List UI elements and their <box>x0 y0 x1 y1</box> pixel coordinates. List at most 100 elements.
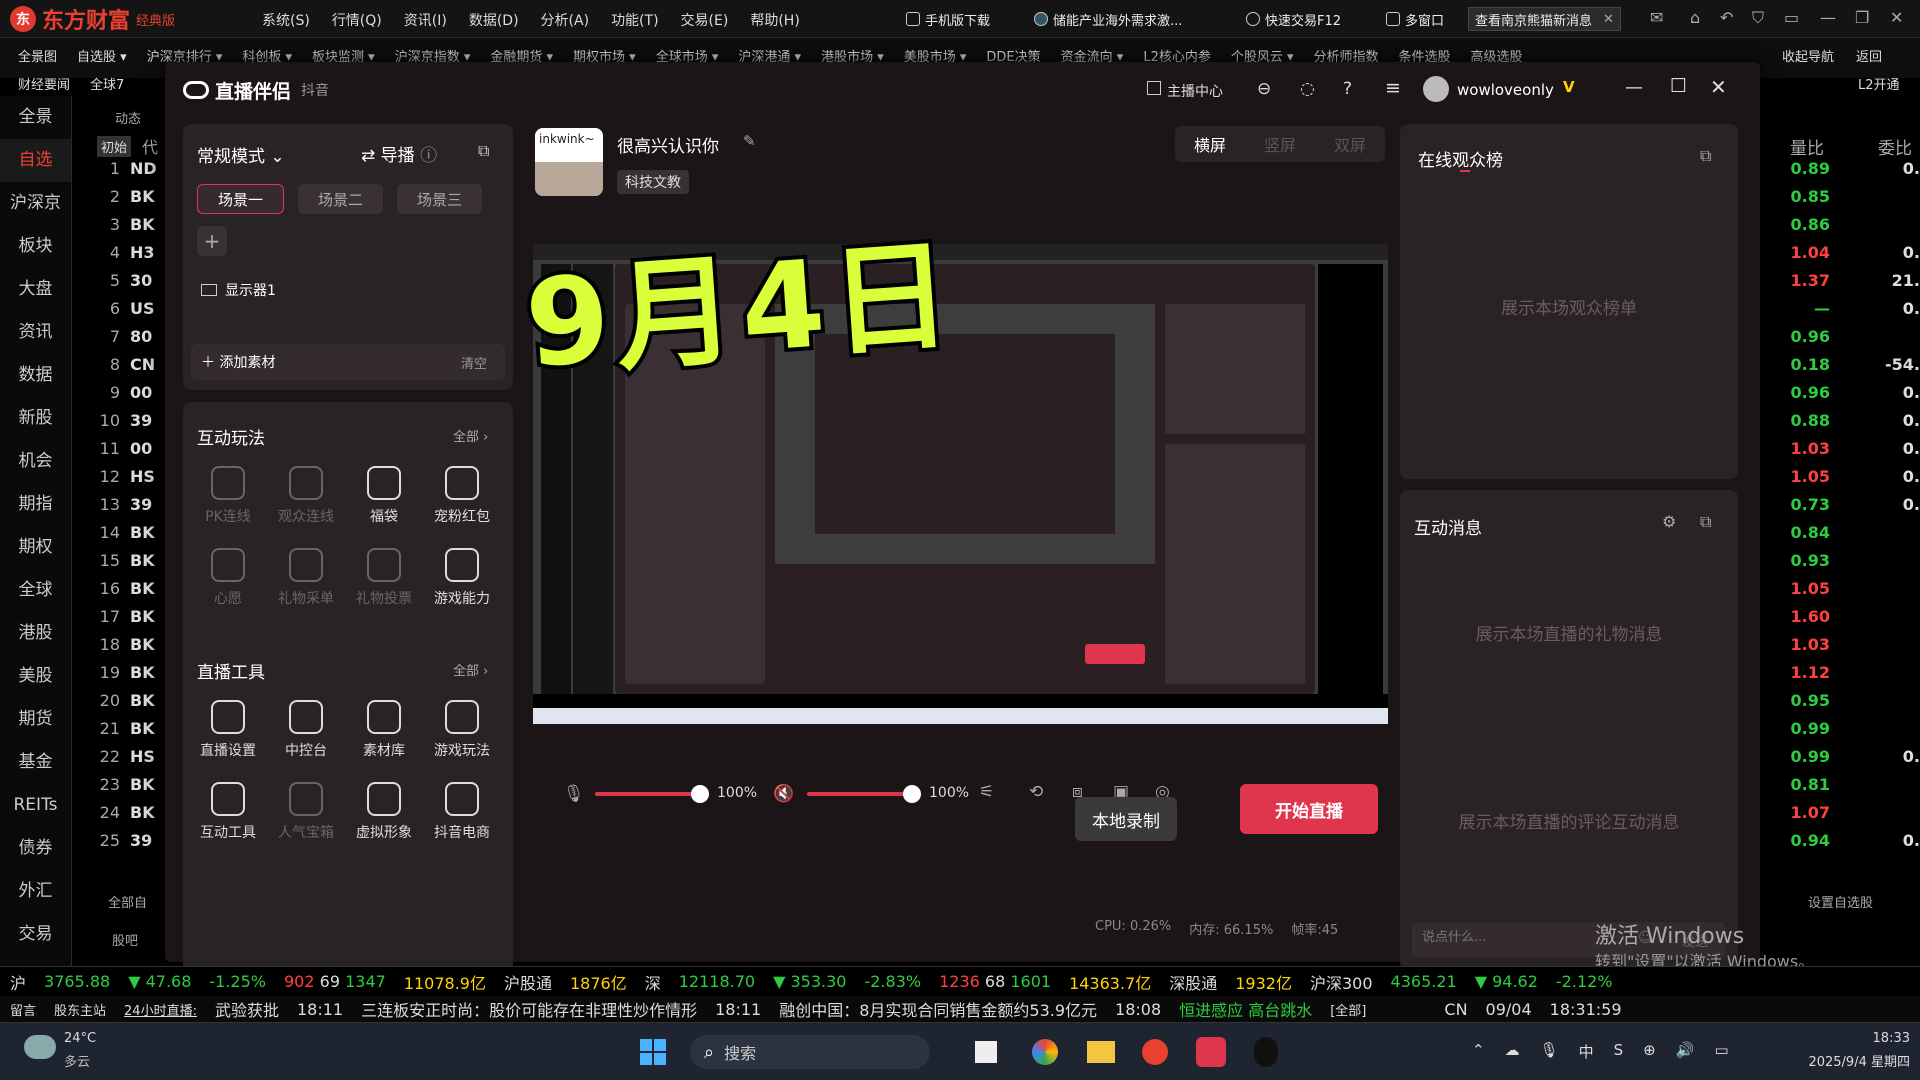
tools-all-link[interactable]: 全部 › <box>453 660 488 679</box>
stock-row[interactable]: 24 BK <box>90 799 160 827</box>
side-item-opportunity[interactable]: 机会 <box>0 440 71 483</box>
tools_items-button[interactable]: 直播设置 <box>193 700 263 760</box>
restore-icon[interactable]: ❐ <box>1855 8 1869 27</box>
sh-index[interactable]: 3765.88 <box>44 972 110 991</box>
tools_items-button[interactable]: 互动工具 <box>193 782 263 842</box>
side-item-hs[interactable]: 沪深京 <box>0 182 71 225</box>
stock-row[interactable]: 8 CN <box>90 351 160 379</box>
start-live-button[interactable]: 开始直播 <box>1240 784 1378 834</box>
menu-analysis[interactable]: 分析(A) <box>541 10 590 30</box>
quick-trade-button[interactable]: 快速交易F12 <box>1240 7 1347 31</box>
quote-row[interactable]: 0.96 <box>1750 323 1920 351</box>
speaker-mute-icon[interactable]: 🔇 <box>773 784 794 804</box>
stock-row[interactable]: 6 US <box>90 295 160 323</box>
scene-3-tab[interactable]: 场景三 <box>397 184 483 214</box>
quote-row[interactable]: 0.85 <box>1750 183 1920 211</box>
guide-button[interactable]: ⇄ 导播 ⓘ <box>361 141 437 166</box>
tab-initial[interactable]: 初始 <box>97 136 132 157</box>
eastmoney-taskbar-icon[interactable] <box>1142 1039 1168 1065</box>
close-icon[interactable]: ✕ <box>1603 12 1614 27</box>
tools_items-button[interactable]: 游戏玩法 <box>427 700 497 760</box>
quote-row[interactable]: 0.99 0. <box>1750 743 1920 771</box>
tab-dynamic[interactable]: 动态 <box>115 108 141 127</box>
forum-link[interactable]: 股东主站 <box>54 1000 106 1019</box>
side-item-fx[interactable]: 外汇 <box>0 870 71 913</box>
weather-icon[interactable] <box>24 1035 56 1059</box>
side-item-bonds[interactable]: 债券 <box>0 827 71 870</box>
news-item-1[interactable]: 武验获批 <box>215 997 279 1021</box>
stock-row[interactable]: 5 30 <box>90 267 160 295</box>
live-maximize-icon[interactable]: ☐ <box>1670 75 1687 97</box>
settings-icon[interactable]: ⚙ <box>1662 512 1676 531</box>
side-item-index-futures[interactable]: 期指 <box>0 483 71 526</box>
side-item-ipo[interactable]: 新股 <box>0 397 71 440</box>
start-button-icon[interactable] <box>640 1039 666 1065</box>
side-item-hk[interactable]: 港股 <box>0 612 71 655</box>
scene-1-tab[interactable]: 场景一 <box>197 184 285 214</box>
interact_items-button[interactable]: 心愿 <box>193 548 263 608</box>
tools_items-button[interactable]: 抖音电商 <box>427 782 497 842</box>
interact-all-link[interactable]: 全部 › <box>453 426 488 445</box>
live-companion-taskbar-icon[interactable] <box>1196 1037 1226 1067</box>
stock-row[interactable]: 21 BK <box>90 715 160 743</box>
stock-row[interactable]: 16 BK <box>90 575 160 603</box>
tools_items-button[interactable]: 素材库 <box>349 700 419 760</box>
stock-row[interactable]: 19 BK <box>90 659 160 687</box>
scene-2-tab[interactable]: 场景二 <box>298 184 384 214</box>
side-item-funds[interactable]: 基金 <box>0 741 71 784</box>
mic-slider[interactable] <box>595 785 709 803</box>
add-scene-button[interactable]: + <box>197 226 227 256</box>
collapse-nav-button[interactable]: 收起导航 <box>1782 46 1834 65</box>
mic-slider-knob[interactable] <box>691 785 709 803</box>
hgt-label[interactable]: 沪股通 <box>504 970 552 994</box>
quote-row[interactable]: 0.99 <box>1750 715 1920 743</box>
interact_items-button[interactable]: 福袋 <box>349 466 419 526</box>
quote-row[interactable]: 1.03 0. <box>1750 435 1920 463</box>
qq-icon[interactable] <box>1254 1037 1278 1067</box>
stock-row[interactable]: 23 BK <box>90 771 160 799</box>
display-source[interactable]: 显示器1 <box>201 280 276 300</box>
comment-input[interactable] <box>1422 930 1622 945</box>
quote-row[interactable]: 1.37 21. <box>1750 267 1920 295</box>
quote-row[interactable]: 0.86 <box>1750 211 1920 239</box>
stock-row[interactable]: 7 80 <box>90 323 160 351</box>
chat-icon[interactable]: ◌ <box>1300 79 1315 99</box>
nav-watchlist[interactable]: 自选股 ▾ <box>77 46 127 65</box>
live-news-label[interactable]: 24小时直播: <box>124 1000 197 1019</box>
mic-icon[interactable]: 🎙 <box>563 784 585 804</box>
menu-quotes[interactable]: 行情(Q) <box>332 10 382 30</box>
interact_items-button[interactable]: 礼物投票 <box>349 548 419 608</box>
interact_items-button[interactable]: 游戏能力 <box>427 548 497 608</box>
quote-row[interactable]: 0.81 <box>1750 771 1920 799</box>
stock-row[interactable]: 10 39 <box>90 407 160 435</box>
quote-row[interactable]: 0.96 0. <box>1750 379 1920 407</box>
host-center-button[interactable]: 主播中心 <box>1147 81 1223 101</box>
notification-tab[interactable]: 查看南京熊猫新消息 ✕ <box>1468 7 1621 31</box>
mail-icon[interactable]: ✉ <box>1650 8 1663 27</box>
quote-row[interactable]: 0.84 <box>1750 519 1920 547</box>
tools_items-button[interactable]: 中控台 <box>271 700 341 760</box>
side-item-reits[interactable]: REITs <box>0 784 71 827</box>
quote-row[interactable]: 1.05 <box>1750 575 1920 603</box>
landscape-tab[interactable]: 横屏 <box>1194 132 1226 156</box>
side-item-us[interactable]: 美股 <box>0 655 71 698</box>
clear-button[interactable]: 清空 <box>461 353 487 372</box>
quote-row[interactable]: 1.12 <box>1750 659 1920 687</box>
menu-icon[interactable]: ≡ <box>1385 77 1401 99</box>
home-icon[interactable]: ⌂ <box>1690 8 1700 27</box>
stock-row[interactable]: 20 BK <box>90 687 160 715</box>
live-close-icon[interactable]: ✕ <box>1710 75 1727 99</box>
quote-row[interactable]: — 0. <box>1750 295 1920 323</box>
sz-index[interactable]: 12118.70 <box>679 972 755 991</box>
stock-row[interactable]: 15 BK <box>90 547 160 575</box>
all-news-link[interactable]: [全部] <box>1330 1000 1366 1019</box>
network-icon[interactable]: ⊕ <box>1643 1041 1656 1062</box>
l2-open-link[interactable]: L2开通 <box>1858 74 1900 93</box>
stock-row[interactable]: 25 39 <box>90 827 160 855</box>
close-app-icon[interactable]: ✕ <box>1890 8 1903 27</box>
menu-trade[interactable]: 交易(E) <box>681 10 729 30</box>
news-ticker-button[interactable]: 储能产业海外需求激... <box>1028 7 1188 31</box>
user-avatar[interactable] <box>1423 76 1449 102</box>
interact_items-button[interactable]: 观众连线 <box>271 466 341 526</box>
side-item-futures[interactable]: 期货 <box>0 698 71 741</box>
